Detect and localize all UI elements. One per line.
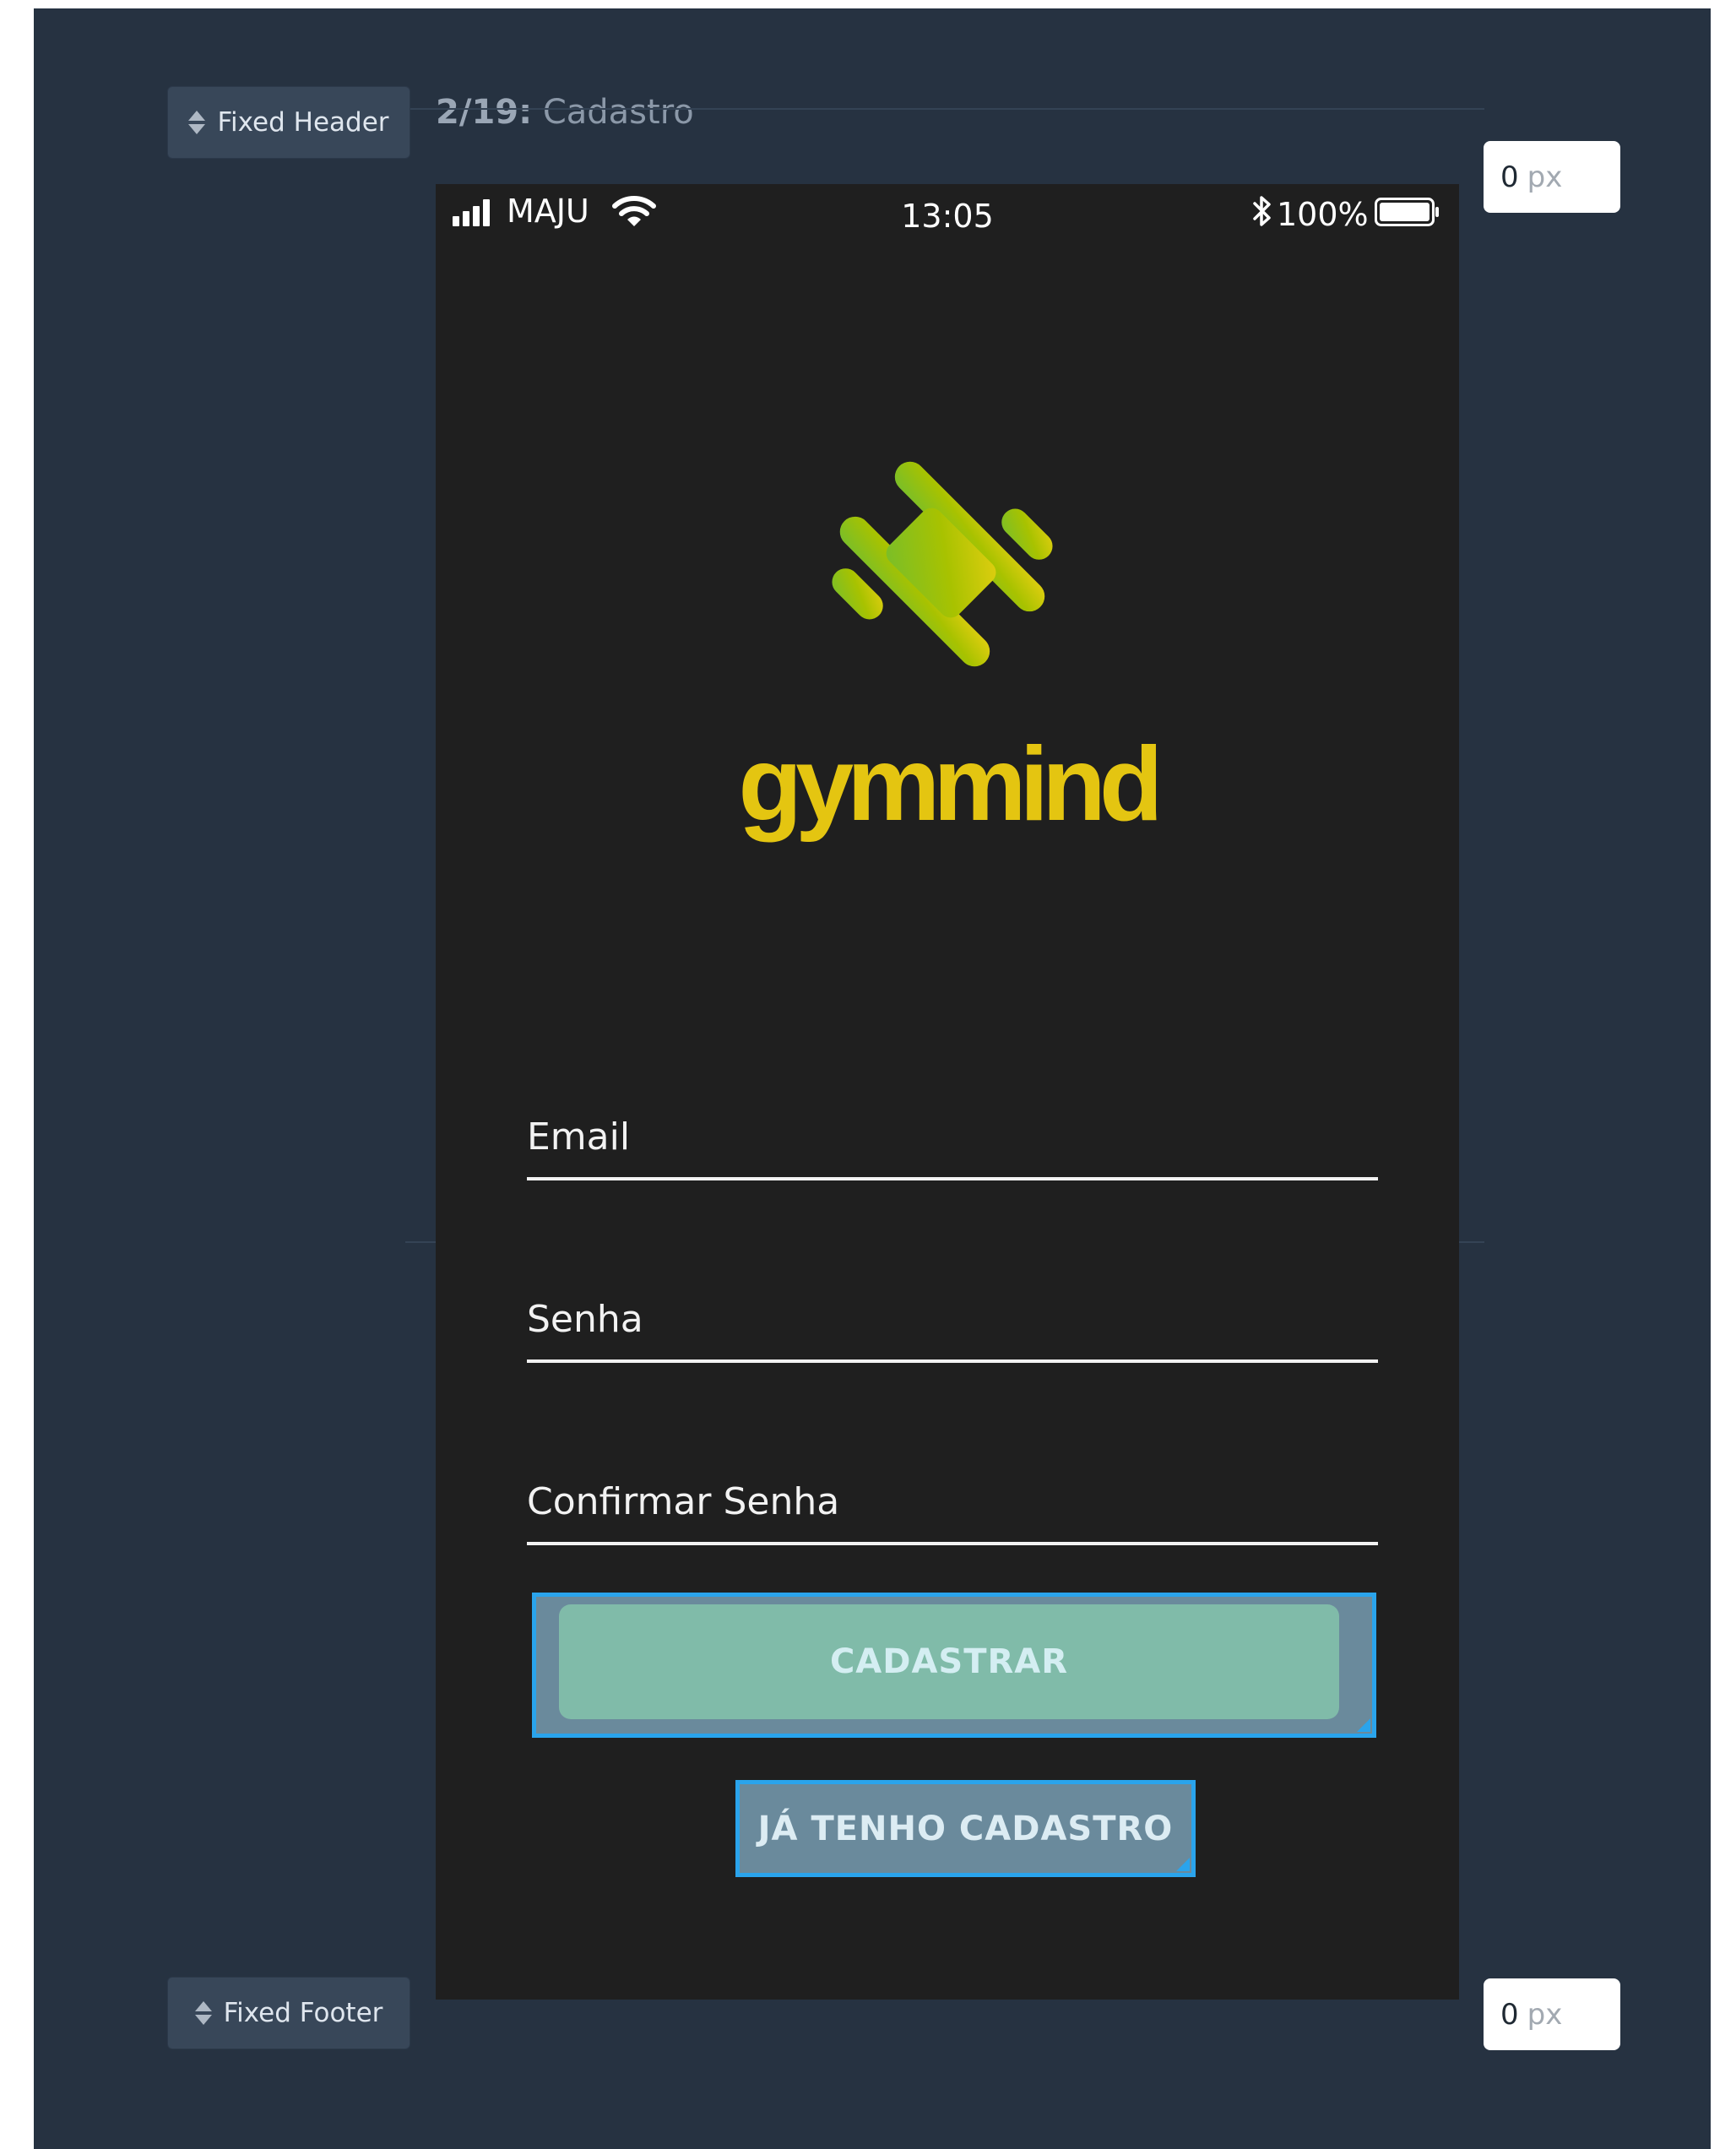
fixed-footer-label: Fixed Footer <box>223 1998 383 2028</box>
already-registered-label: JÁ TENHO CADASTRO <box>757 1809 1174 1848</box>
already-registered-button[interactable]: JÁ TENHO CADASTRO <box>735 1780 1196 1877</box>
header-guide-line <box>405 108 1484 110</box>
email-field-underline <box>527 1177 1378 1180</box>
bluetooth-icon <box>1253 196 1271 226</box>
screen-name: Cadastro <box>542 93 694 132</box>
header-height-unit: px <box>1527 160 1563 194</box>
confirm-password-field[interactable]: Confirmar Senha <box>527 1461 1378 1545</box>
email-field[interactable]: Email <box>527 1096 1378 1180</box>
battery-percentage: 100% <box>1277 196 1369 233</box>
resize-handle[interactable] <box>1176 1858 1190 1871</box>
fixed-header-label: Fixed Header <box>217 107 389 138</box>
screen-title: 2/19: Cadastro <box>436 93 694 132</box>
password-field-underline <box>527 1359 1378 1363</box>
resize-handle[interactable] <box>1357 1718 1370 1732</box>
fixed-footer-button[interactable]: Fixed Footer <box>167 1977 410 2049</box>
password-field-label: Senha <box>527 1298 643 1341</box>
footer-height-input[interactable]: 0 px <box>1484 1978 1620 2050</box>
fixed-header-button[interactable]: Fixed Header <box>167 86 410 159</box>
phone-screen: MAJU 13:05 100% gymmind Email Senha Conf… <box>436 184 1459 2000</box>
brand-wordmark: gymmind <box>738 726 1163 843</box>
header-height-input[interactable]: 0 px <box>1484 141 1620 213</box>
header-height-value: 0 <box>1500 160 1519 194</box>
cadastrar-button[interactable]: CADASTRAR <box>559 1604 1339 1719</box>
sort-arrows-icon <box>188 111 206 134</box>
battery-icon <box>1375 198 1439 226</box>
confirm-password-field-label: Confirmar Senha <box>527 1480 840 1523</box>
screen-index: 2/19: <box>436 93 533 132</box>
status-bar: MAJU 13:05 100% <box>436 184 1459 243</box>
prototype-canvas: 2/19: Cadastro Fixed Header 0 px Fixed F… <box>34 8 1711 2149</box>
password-field[interactable]: Senha <box>527 1278 1378 1363</box>
email-field-label: Email <box>527 1115 631 1159</box>
sort-arrows-icon <box>194 2001 212 2025</box>
confirm-password-field-underline <box>527 1542 1378 1545</box>
footer-height-unit: px <box>1527 1997 1563 2032</box>
footer-height-value: 0 <box>1500 1997 1519 2032</box>
gymmind-logo-icon <box>832 461 1053 667</box>
